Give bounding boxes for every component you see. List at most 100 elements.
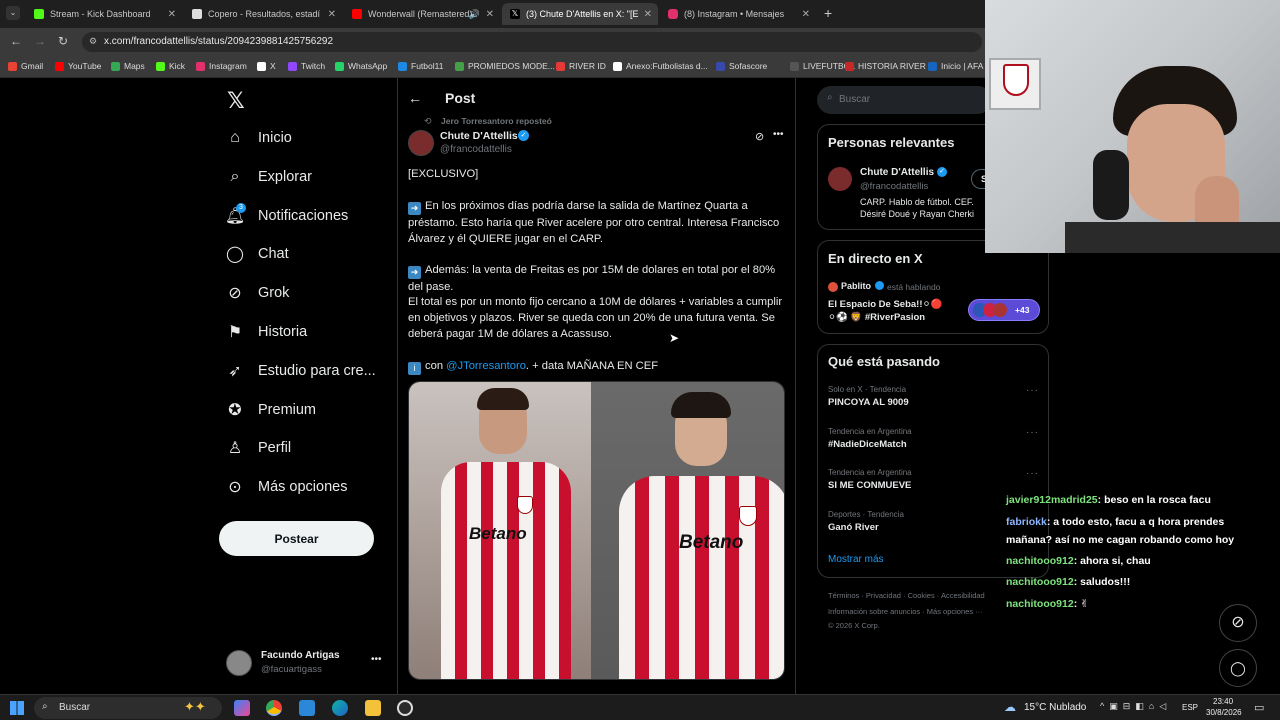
more-icon[interactable]: ··· (1026, 427, 1039, 438)
chrome-icon[interactable] (266, 700, 282, 716)
bookmark-item[interactable]: YouTube (55, 61, 101, 71)
author-handle[interactable]: @francodattellis (440, 144, 512, 155)
bookmark-item[interactable]: Maps (111, 61, 145, 71)
bookmark-item[interactable]: Inicio | AFA (928, 61, 983, 71)
weather-text[interactable]: 15°C Nublado (1024, 702, 1086, 713)
speaker-icon[interactable]: 🔊 (469, 9, 480, 20)
more-icon[interactable]: ••• (371, 654, 382, 665)
sidebar-item-grok[interactable]: ⊘ Grok (226, 284, 289, 302)
windows-start-icon[interactable] (10, 701, 24, 715)
mention-link[interactable]: @JTorresantoro (446, 360, 526, 372)
jersey (441, 462, 571, 679)
sidebar-item-explorar[interactable]: ⌕ Explorar (226, 168, 312, 186)
new-tab-button[interactable]: + (824, 5, 832, 21)
bookmark-item[interactable]: X (257, 61, 276, 71)
bookmark-item[interactable]: Anexo:Futbolistas d... (613, 61, 708, 71)
sidebar-item-estudio[interactable]: ➶ Estudio para cre... (226, 362, 375, 380)
chat-username[interactable]: nachitooo912 (1006, 576, 1074, 588)
tab-kick-dashboard[interactable]: Stream - Kick Dashboard ✕ (26, 3, 182, 25)
chat-username[interactable]: fabriokk (1006, 516, 1047, 528)
live-host[interactable]: Pablito (841, 281, 871, 291)
photo-right[interactable]: Betano (591, 382, 784, 679)
taskbar-search[interactable]: ⌕ Buscar ✦✦ (34, 697, 222, 719)
author-avatar[interactable] (408, 130, 434, 156)
tab-list-dropdown-icon[interactable]: ⌄ (6, 6, 20, 20)
bookmark-item[interactable]: Sofascore (716, 61, 767, 71)
sidebar-item-perfil[interactable]: ♙ Perfil (226, 439, 291, 457)
live-space-subtitle[interactable]: ⚪⚽ 🦁 #RiverPasion (828, 312, 925, 323)
forward-icon[interactable]: → (34, 34, 46, 48)
language-indicator[interactable]: ESP (1182, 703, 1198, 712)
show-more-link[interactable]: Mostrar más (828, 554, 884, 565)
rocket-icon: ➶ (228, 362, 242, 380)
bookmark-label: HISTORIA RIVER (858, 61, 926, 71)
live-space-title[interactable]: El Espacio De Seba!!⚪🔴 (828, 299, 942, 310)
tab-instagram[interactable]: (8) Instagram • Mensajes ✕ (660, 3, 816, 25)
chat-username[interactable]: nachitooo912 (1006, 598, 1074, 610)
verified-badge-icon: ✓ (937, 167, 947, 177)
listeners-pill[interactable]: +43 (968, 299, 1040, 321)
close-icon[interactable]: ✕ (644, 9, 652, 20)
more-icon[interactable]: ••• (773, 129, 784, 140)
author-name[interactable]: Chute D'Attellis (440, 130, 518, 142)
account-switcher[interactable]: Facundo Artigas @facuartigass ••• (226, 648, 391, 680)
sidebar-item-mas[interactable]: ⊙ Más opciones (226, 478, 347, 496)
store-icon[interactable] (299, 700, 315, 716)
sponsor-logo: Betano (679, 532, 744, 553)
footer-links[interactable]: Términos · Privacidad · Cookies · Accesi… (828, 591, 985, 600)
tab-x-post[interactable]: 𝕏 (3) Chute D'Attellis en X: "[EXCL ✕ (502, 3, 658, 25)
bookmark-favicon-icon (257, 61, 266, 71)
close-icon[interactable]: ✕ (168, 9, 176, 20)
more-icon[interactable]: ··· (1026, 468, 1039, 479)
back-arrow-icon[interactable]: ← (408, 90, 422, 106)
bookmark-item[interactable]: WhatsApp (335, 61, 387, 71)
notifications-icon[interactable]: ▭ (1254, 701, 1264, 714)
chat-username[interactable]: nachitooo912 (1006, 555, 1074, 567)
system-tray-icons[interactable]: ^▣⊟◧⌂◁ (1100, 701, 1171, 712)
edge-icon[interactable] (332, 700, 348, 716)
obs-icon[interactable] (397, 700, 413, 716)
close-icon[interactable]: ✕ (486, 9, 494, 20)
sidebar-item-premium[interactable]: ✪ Premium (226, 401, 316, 419)
close-icon[interactable]: ✕ (328, 9, 336, 20)
bookmark-item[interactable]: Futbol11 (398, 61, 443, 71)
photo-left[interactable]: Betano (409, 382, 591, 679)
sidebar-item-inicio[interactable]: ⌂ Inicio (226, 129, 292, 147)
sidebar-item-chat[interactable]: ◯ Chat (226, 245, 289, 263)
clock-date[interactable]: 30/8/2026 (1206, 708, 1242, 717)
url-field[interactable]: ⚙ x.com/francodattellis/status/209423988… (82, 32, 982, 52)
grok-fab[interactable]: ⊘ (1219, 604, 1257, 642)
folder-icon[interactable] (365, 700, 381, 716)
tab-copero[interactable]: Copero - Resultados, estadístic ✕ (184, 3, 342, 25)
messages-fab[interactable]: ◯ (1219, 649, 1257, 687)
avatar[interactable] (828, 167, 852, 191)
post-media[interactable]: Betano Betano (408, 381, 785, 680)
chat-username[interactable]: javier912madrid25 (1006, 494, 1098, 506)
bookmark-item[interactable]: Twitch (288, 61, 325, 71)
sidebar-item-historia[interactable]: ⚑ Historia (226, 323, 307, 341)
x-logo-icon[interactable]: 𝕏 (227, 88, 245, 114)
trend-item[interactable]: Tendencia en Argentina #NadieDiceMatch ··· (828, 427, 1038, 463)
trend-item[interactable]: Solo en X · Tendencia PINCOYA AL 9009 ··· (828, 385, 1038, 421)
bookmark-item[interactable]: Instagram (196, 61, 247, 71)
tab-youtube-wonderwall[interactable]: Wonderwall (Remastered) 🔊 ✕ (344, 3, 500, 25)
bookmark-item[interactable]: Gmail (8, 61, 43, 71)
bookmark-item[interactable]: Kick (156, 61, 185, 71)
bookmark-item[interactable]: HISTORIA RIVER (845, 61, 926, 71)
copilot-icon[interactable] (234, 700, 250, 716)
close-icon[interactable]: ✕ (802, 9, 810, 20)
footer-links-2[interactable]: Información sobre anuncios · Más opcione… (828, 607, 983, 616)
search-input[interactable]: ⌕ Buscar (817, 86, 992, 114)
relevant-name[interactable]: Chute D'Attellis (860, 167, 934, 178)
bookmark-item[interactable]: RIVER ID (556, 61, 606, 71)
reload-icon[interactable]: ↻ (58, 34, 68, 48)
back-icon[interactable]: ← (10, 34, 22, 48)
site-info-icon[interactable]: ⚙ (89, 36, 97, 47)
post-button[interactable]: Postear (219, 521, 374, 556)
bookmark-favicon-icon (716, 61, 725, 71)
more-icon[interactable]: ··· (1026, 385, 1039, 396)
sidebar-item-notificaciones[interactable]: 🔔︎ 3 Notificaciones (225, 202, 348, 225)
clock-time[interactable]: 23:40 (1213, 697, 1233, 706)
grok-icon[interactable]: ⊘ (755, 130, 764, 143)
bookmark-item[interactable]: PROMIEDOS MODE... (455, 61, 555, 71)
